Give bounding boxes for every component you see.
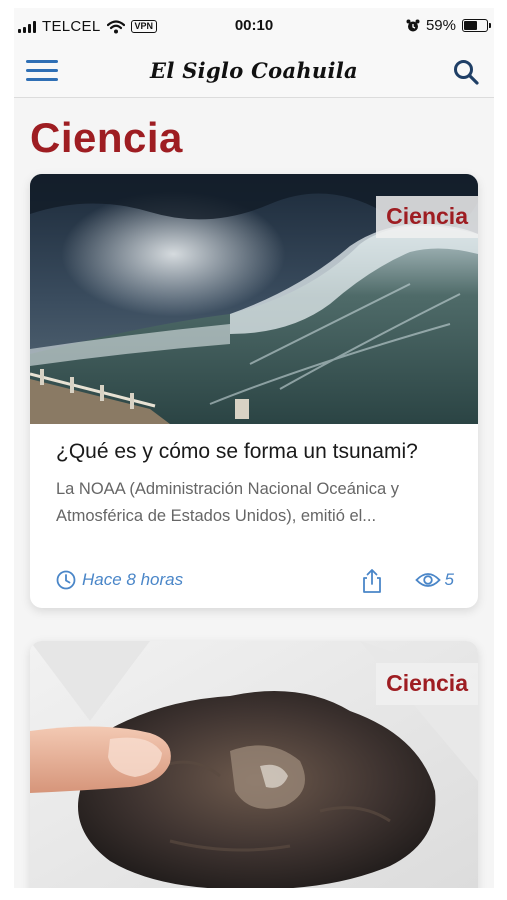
battery-icon: [462, 19, 491, 32]
share-icon[interactable]: [360, 568, 384, 594]
article-excerpt: La NOAA (Administración Nacional Oceánic…: [56, 480, 399, 525]
battery-percent: 59%: [425, 17, 456, 34]
phone-screen: TELCEL VPN 00:10 59% El Siglo Coahuila C…: [14, 8, 494, 888]
page-title: Ciencia: [30, 114, 183, 161]
article-card[interactable]: Ciencia ¿Qué es y cómo se forma un tsuna…: [30, 174, 478, 608]
article-time: Hace 8 horas: [56, 570, 183, 590]
category-tag[interactable]: Ciencia: [376, 196, 478, 238]
article-time-label: Hace 8 horas: [82, 570, 184, 589]
battery-level: [464, 21, 477, 30]
article-views-count: 5: [444, 570, 454, 589]
category-tag[interactable]: Ciencia: [376, 663, 478, 705]
brand-logo[interactable]: El Siglo Coahuila: [14, 58, 494, 83]
article-views: 5: [414, 570, 454, 590]
clock-icon: [56, 570, 76, 590]
tsunami-wave-image[interactable]: Ciencia: [30, 174, 478, 424]
meteorite-rock-image[interactable]: Ciencia: [30, 641, 478, 888]
article-footer: Hace 8 horas 5: [56, 568, 454, 594]
article-title[interactable]: ¿Qué es y cómo se forma un tsunami?: [56, 440, 418, 464]
search-icon[interactable]: [452, 58, 480, 86]
nav-bar: El Siglo Coahuila: [14, 44, 494, 98]
eye-icon: [414, 573, 441, 587]
alarm-icon: [406, 19, 420, 31]
status-bar: TELCEL VPN 00:10 59%: [14, 8, 494, 44]
article-card[interactable]: Ciencia: [30, 641, 478, 888]
status-right: 59%: [406, 17, 491, 34]
